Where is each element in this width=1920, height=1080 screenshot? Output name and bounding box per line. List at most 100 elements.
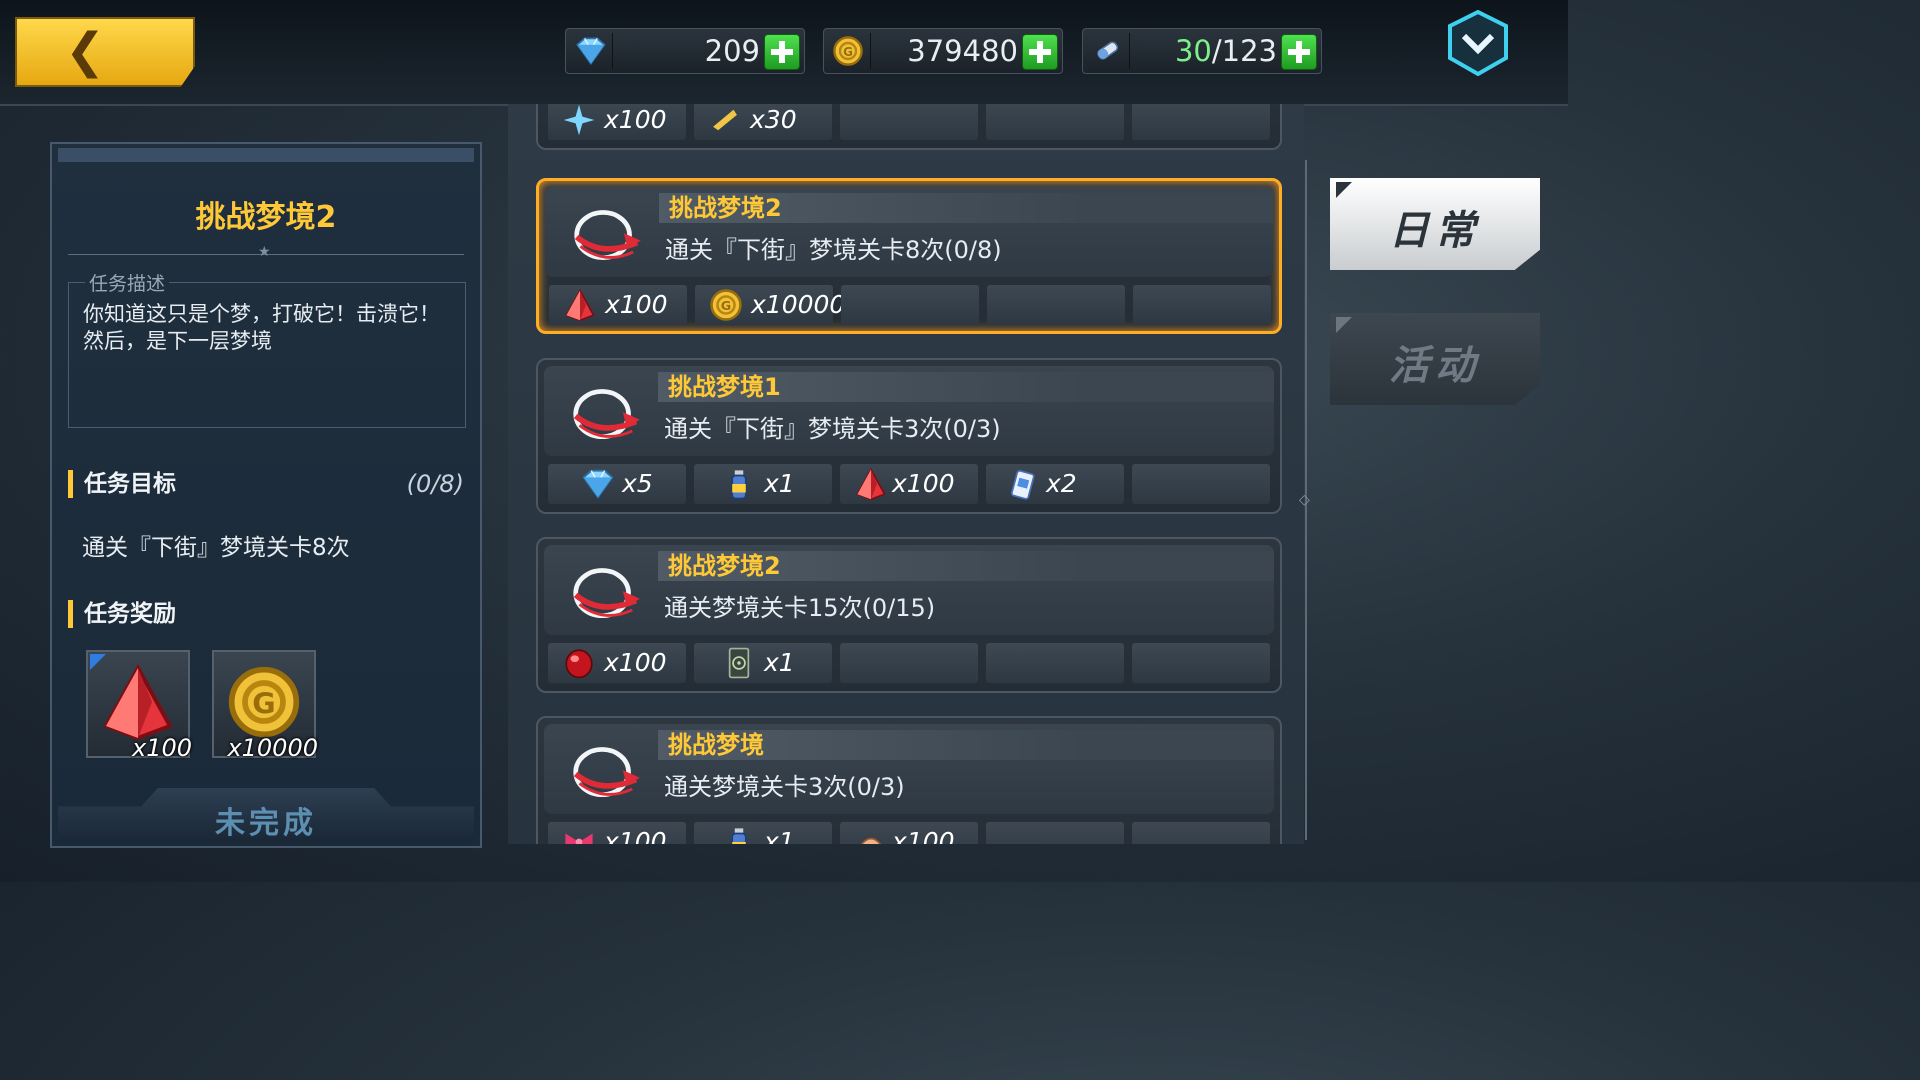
reward-slot: x100 xyxy=(548,822,686,844)
reward-label: 任务奖励 xyxy=(84,601,176,627)
mission-name: 挑战梦境 xyxy=(668,731,764,759)
tab-daily[interactable]: 日常 xyxy=(1330,178,1540,270)
dream-emblem-icon xyxy=(566,740,642,806)
goal-text: 通关『下街』梦境关卡8次 xyxy=(82,535,350,561)
reward-slot: x5 xyxy=(548,464,686,504)
card-icon xyxy=(720,646,758,680)
reward-qty: x30 xyxy=(750,105,797,134)
tab-daily-label: 日常 xyxy=(1389,208,1481,254)
mission-card[interactable]: 挑战梦境 通关梦境关卡3次(0/3) x100 x1 x100 xyxy=(536,716,1282,844)
red-crystal-icon xyxy=(98,662,178,742)
gold-coin-icon xyxy=(830,35,866,67)
top-bar: ❮ 209 379480 30/123 xyxy=(0,0,1568,106)
star-icon: ★ xyxy=(258,244,271,260)
detail-title: 挑战梦境2 xyxy=(195,200,337,235)
status-button[interactable]: 未完成 xyxy=(58,788,474,842)
reward-slot: x100 xyxy=(548,643,686,683)
reward-qty: x100 xyxy=(604,827,667,844)
dream-emblem-icon xyxy=(566,382,642,448)
reward-qty: x10000 xyxy=(751,290,846,319)
reward-slot: x100 xyxy=(840,822,978,844)
mission-detail-panel: 挑战梦境2 ★ 任务描述 你知道这只是个梦，打破它！击溃它！然后，是下一层梦境 … xyxy=(50,142,482,848)
description-text: 你知道这只是个梦，打破它！击溃它！然后，是下一层梦境 xyxy=(83,302,440,353)
reward-slot: x100 xyxy=(549,285,687,325)
diamond-value: 209 xyxy=(704,34,760,68)
description-label: 任务描述 xyxy=(85,269,170,296)
reward-qty: x1 xyxy=(764,469,795,498)
mission-card-partial[interactable]: x100 x30 xyxy=(536,104,1282,150)
reward-slot-crystal[interactable]: x100 xyxy=(86,650,192,762)
gold-value: 379480 xyxy=(907,34,1018,68)
reward-slot: x10000 xyxy=(695,285,845,325)
goal-label: 任务目标 xyxy=(84,471,176,497)
reward-qty: x2 xyxy=(1046,469,1077,498)
reward-slot: x1 xyxy=(694,464,832,504)
tab-event[interactable]: 活动 xyxy=(1330,313,1540,405)
reward-slot: x100 xyxy=(548,104,686,140)
chevron-left-icon: ❮ xyxy=(65,23,106,79)
back-button[interactable]: ❮ xyxy=(15,17,195,87)
gold-item-icon xyxy=(706,104,744,137)
reward-slot: x100 xyxy=(840,464,978,504)
reward-slot: x1 xyxy=(694,822,832,844)
reward-slot: x1 xyxy=(694,643,832,683)
reward-qty: x100 xyxy=(892,469,955,498)
gold-coin-icon xyxy=(226,664,302,740)
gold-counter: 379480 xyxy=(823,28,1063,74)
reward-header: 任务奖励 xyxy=(68,598,468,630)
reward-qty: x10000 xyxy=(227,734,318,762)
description-box: 任务描述 你知道这只是个梦，打破它！击溃它！然后，是下一层梦境 xyxy=(68,269,466,428)
tab-event-label: 活动 xyxy=(1389,343,1481,389)
reward-slot: x2 xyxy=(986,464,1124,504)
stamina-value: 30/123 xyxy=(1175,35,1277,67)
stamina-counter: 30/123 xyxy=(1082,28,1322,74)
stamina-icon xyxy=(1089,35,1125,67)
stamina-max: /123 xyxy=(1211,34,1277,68)
pink-bow-icon xyxy=(560,825,598,844)
dream-emblem-icon xyxy=(567,203,643,269)
diamond-icon xyxy=(572,35,608,67)
reward-slot: x30 xyxy=(694,104,832,140)
mission-task: 通关『下街』梦境关卡8次(0/8) xyxy=(665,236,1002,264)
goal-header: 任务目标 (0/8) xyxy=(68,468,468,500)
add-stamina-button[interactable] xyxy=(1281,34,1317,70)
red-crystal-icon xyxy=(852,467,890,501)
mission-task: 通关梦境关卡3次(0/3) xyxy=(664,773,905,801)
reward-qty: x100 xyxy=(605,290,668,319)
menu-toggle-icon[interactable] xyxy=(1446,10,1510,76)
shell-icon xyxy=(852,825,890,844)
reward-qty: x1 xyxy=(764,827,795,844)
mission-name: 挑战梦境2 xyxy=(669,194,782,222)
add-gold-button[interactable] xyxy=(1022,34,1058,70)
goal-progress: (0/8) xyxy=(406,470,464,498)
mission-task: 通关『下街』梦境关卡3次(0/3) xyxy=(664,415,1001,443)
scrollbar-handle[interactable]: ◇ xyxy=(1299,492,1311,508)
reward-qty: x5 xyxy=(622,469,653,498)
red-crystal-icon xyxy=(561,288,599,322)
blue-star-icon xyxy=(560,104,598,137)
dream-emblem-icon xyxy=(566,561,642,627)
mission-card[interactable]: 挑战梦境2 通关『下街』梦境关卡8次(0/8) x100 x10000 xyxy=(536,178,1282,334)
reward-qty: x100 xyxy=(892,827,955,844)
status-text: 未完成 xyxy=(215,806,317,841)
reward-qty: x100 xyxy=(604,648,667,677)
add-diamond-button[interactable] xyxy=(764,34,800,70)
reward-qty: x100 xyxy=(131,734,192,762)
gold-coin-icon xyxy=(707,288,745,322)
mission-name: 挑战梦境1 xyxy=(668,373,781,401)
stamina-current: 30 xyxy=(1174,34,1212,68)
exp-bottle-icon xyxy=(720,467,758,501)
mission-name: 挑战梦境2 xyxy=(668,552,781,580)
diamond-counter: 209 xyxy=(565,28,805,74)
mission-card[interactable]: 挑战梦境2 通关梦境关卡15次(0/15) x100 x1 xyxy=(536,537,1282,693)
diamond-icon xyxy=(578,467,616,501)
exp-bottle-icon xyxy=(720,825,758,844)
mission-list[interactable]: x100 x30 挑战梦境2 通关『下街』梦境关卡8次(0/8) x100 x1… xyxy=(508,104,1304,844)
reward-qty: x1 xyxy=(764,648,795,677)
reward-slot-gold[interactable]: x10000 xyxy=(212,650,318,762)
ap-drink-icon xyxy=(1004,467,1042,501)
red-gem-icon xyxy=(560,646,598,680)
mission-card[interactable]: 挑战梦境1 通关『下街』梦境关卡3次(0/3) x5 x1 x100 x2 xyxy=(536,358,1282,514)
mission-task: 通关梦境关卡15次(0/15) xyxy=(664,594,936,622)
reward-qty: x100 xyxy=(604,105,667,134)
